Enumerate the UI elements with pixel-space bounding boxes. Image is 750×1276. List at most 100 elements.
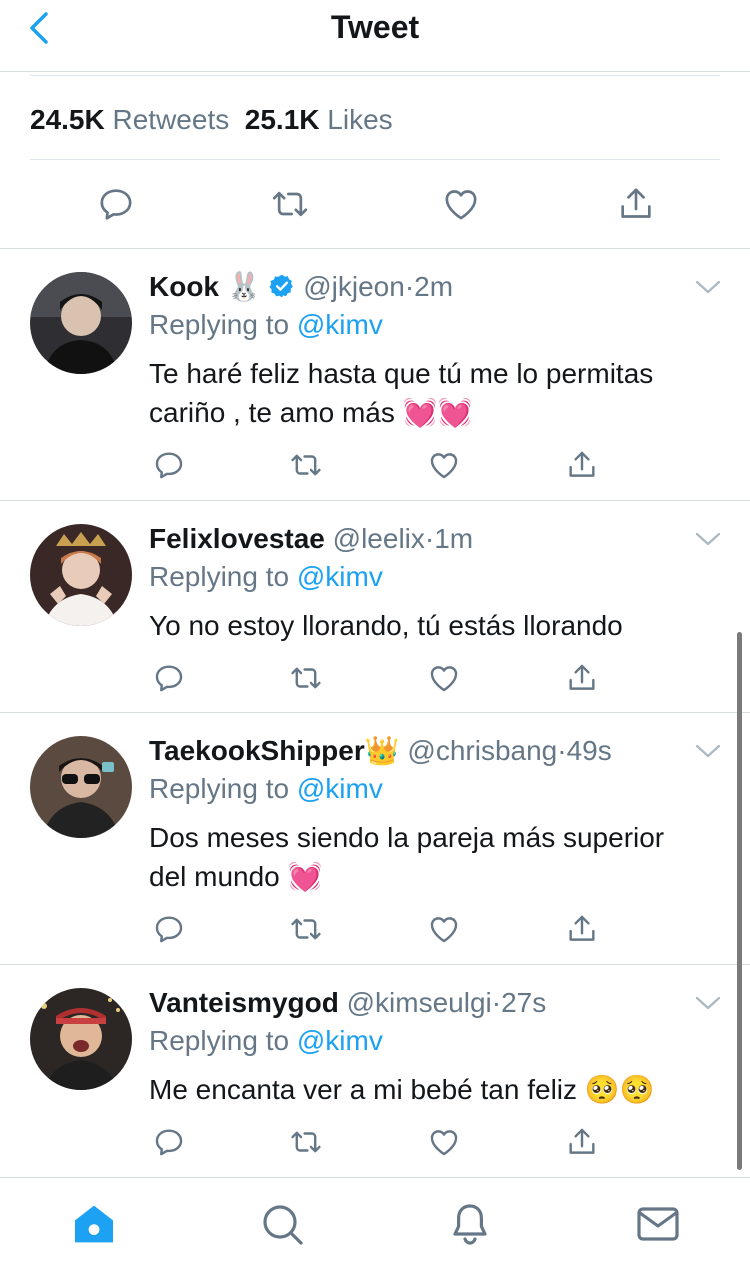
retweet-button[interactable]: [268, 182, 312, 226]
reply-button[interactable]: [149, 658, 189, 698]
tweet-text: Dos meses siendo la pareja más superior …: [149, 818, 729, 896]
tab-search[interactable]: [258, 1200, 306, 1248]
search-icon: [263, 1205, 303, 1245]
share-icon: [569, 915, 595, 941]
replying-prefix: Replying to: [149, 309, 290, 340]
reply-tweet[interactable]: TaekookShipper👑 @chrisbang·49s Replying …: [0, 713, 750, 964]
share-button[interactable]: [562, 1122, 602, 1162]
separator-dot: ·: [557, 735, 567, 766]
crown-emoji: 👑: [364, 735, 400, 766]
reply-button[interactable]: [149, 445, 189, 485]
like-button[interactable]: [424, 445, 464, 485]
replying-to: Replying to @kimv: [149, 771, 383, 807]
retweets-link[interactable]: 24.5K Retweets: [30, 104, 229, 135]
avatar[interactable]: [30, 524, 132, 626]
tweet-options-button[interactable]: [694, 277, 722, 297]
share-button[interactable]: [614, 182, 658, 226]
retweet-icon: [291, 667, 321, 689]
replying-to: Replying to @kimv: [149, 307, 383, 343]
avatar[interactable]: [30, 272, 132, 374]
reply-actions: [0, 658, 750, 698]
display-name[interactable]: TaekookShipper: [149, 735, 365, 766]
reply-button[interactable]: [149, 1122, 189, 1162]
tweet-text: Me encanta ver a mi bebé tan feliz 🥺🥺: [149, 1070, 729, 1109]
retweet-button[interactable]: [286, 1122, 326, 1162]
share-icon: [569, 664, 595, 690]
tweet-options-button[interactable]: [694, 741, 722, 761]
timestamp: 2m: [414, 271, 454, 302]
reply-icon: [155, 1129, 183, 1156]
chevron-down-icon: [695, 280, 721, 294]
reply-tweet[interactable]: Vanteismygod @kimseulgi·27s Replying to …: [0, 965, 750, 1177]
pleading-face-emoji: 🥺🥺: [584, 1074, 655, 1105]
mention-link[interactable]: @kimv: [297, 561, 383, 592]
user-handle[interactable]: @chrisbang: [407, 735, 557, 766]
retweet-icon: [291, 454, 321, 476]
divider: [30, 159, 720, 160]
avatar[interactable]: [30, 988, 132, 1090]
display-name[interactable]: Felixlovestae: [149, 523, 325, 554]
reply-tweet[interactable]: Kook 🐰 @jkjeon·2m Replying to @kimv Te h…: [0, 249, 750, 500]
tweet-text-line: Te haré feliz hasta que tú me lo permita…: [149, 358, 654, 389]
scrollbar[interactable]: [737, 632, 742, 1170]
tweet-stats: 24.5K Retweets 25.1K Likes: [30, 100, 393, 140]
reply-icon: [155, 916, 183, 943]
mention-link[interactable]: @kimv: [297, 309, 383, 340]
reply-tweet[interactable]: Felixlovestae @leelix·1m Replying to @ki…: [0, 501, 750, 712]
page-title: Tweet: [330, 9, 420, 45]
retweet-button[interactable]: [286, 658, 326, 698]
retweet-icon: [291, 1131, 321, 1153]
tweet-text: Yo no estoy llorando, tú estás llorando: [149, 606, 729, 645]
retweet-button[interactable]: [286, 445, 326, 485]
like-button[interactable]: [424, 1122, 464, 1162]
mention-link[interactable]: @kimv: [297, 773, 383, 804]
timestamp: 49s: [566, 735, 612, 766]
tweet-options-button[interactable]: [694, 529, 722, 549]
share-icon: [621, 188, 651, 218]
retweets-label: Retweets: [112, 104, 230, 135]
replying-prefix: Replying to: [149, 561, 290, 592]
retweet-button[interactable]: [286, 909, 326, 949]
retweet-icon: [291, 918, 321, 940]
share-button[interactable]: [562, 445, 602, 485]
share-icon: [569, 1128, 595, 1154]
likes-link[interactable]: 25.1K Likes: [245, 104, 393, 135]
reply-header: TaekookShipper👑 @chrisbang·49s: [149, 733, 612, 769]
tweet-text-line: cariño , te amo más: [149, 397, 395, 428]
divider: [30, 75, 720, 76]
reply-icon: [155, 452, 183, 479]
like-button[interactable]: [439, 182, 483, 226]
user-handle[interactable]: @jkjeon: [303, 271, 405, 302]
tweet-options-button[interactable]: [694, 993, 722, 1013]
timestamp: 1m: [434, 523, 474, 554]
reply-header: Vanteismygod @kimseulgi·27s: [149, 985, 546, 1021]
messages-icon: [637, 1207, 679, 1241]
heart-icon: [430, 917, 458, 943]
tab-messages[interactable]: [634, 1200, 682, 1248]
tweet-text: Te haré feliz hasta que tú me lo permita…: [149, 354, 729, 432]
tab-home[interactable]: [70, 1200, 118, 1248]
share-button[interactable]: [562, 658, 602, 698]
tab-notifications[interactable]: [446, 1200, 494, 1248]
chevron-down-icon: [695, 996, 721, 1010]
reply-button[interactable]: [94, 182, 138, 226]
like-button[interactable]: [424, 658, 464, 698]
reply-button[interactable]: [149, 909, 189, 949]
chevron-down-icon: [695, 532, 721, 546]
replying-to: Replying to @kimv: [149, 1023, 383, 1059]
display-name[interactable]: Vanteismygod: [149, 987, 339, 1018]
user-handle[interactable]: @kimseulgi: [347, 987, 492, 1018]
share-icon: [569, 451, 595, 477]
share-button[interactable]: [562, 909, 602, 949]
mention-link[interactable]: @kimv: [297, 1025, 383, 1056]
user-handle[interactable]: @leelix: [333, 523, 425, 554]
reply-actions: [0, 445, 750, 485]
reply-header: Felixlovestae @leelix·1m: [149, 521, 473, 557]
avatar[interactable]: [30, 736, 132, 838]
reply-icon: [155, 665, 183, 692]
separator-dot: ·: [404, 271, 415, 302]
like-button[interactable]: [424, 909, 464, 949]
display-name[interactable]: Kook: [149, 271, 219, 302]
heart-icon: [430, 453, 458, 479]
heart-emoji: 💓: [287, 861, 323, 892]
